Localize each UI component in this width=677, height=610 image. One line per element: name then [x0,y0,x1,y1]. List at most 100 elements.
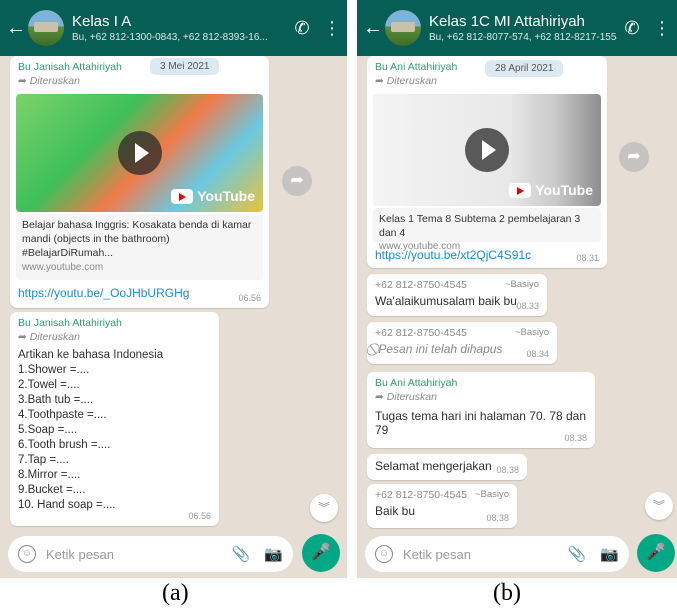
sender-phone: +62 812-8750-4545 [375,327,467,339]
sender-info: +62 812-8750-4545 ~Basiyo [375,327,549,339]
play-icon[interactable] [117,131,162,175]
message-text: Tugas tema hari ini halaman 70. 78 dan 7… [375,409,587,437]
chat-title: Kelas I A [72,13,132,30]
deleted-message-text: Pesan ini telah dihapus [378,342,503,356]
message-time: 08.33 [516,301,539,311]
youtube-logo: YouTube [171,188,255,204]
back-arrow-icon[interactable]: ← [6,18,28,38]
sender-phone: +62 812-8750-4545 [375,489,467,501]
youtube-logo: YouTube [509,182,593,198]
message-bubble[interactable]: +62 812-8750-4545 ~Basiyo ⃠ Pesan ini te… [367,322,557,364]
chat-title-block[interactable]: Kelas I A Bu, +62 812-1300-0843, +62 812… [72,13,287,43]
chat-title: Kelas 1C MI Attahiriyah [429,13,585,30]
caption-b: (b) [493,580,521,606]
scroll-down-icon[interactable]: ︾ [310,494,338,522]
chat-screen-a: ← Kelas I A Bu, +62 812-1300-0843, +62 8… [0,0,347,578]
add-call-icon[interactable]: ✆ [287,18,317,39]
deleted-message: ⃠ Pesan ini telah dihapus [375,342,549,357]
sender-info: +62 812-8750-4545 ~Basiyo [375,489,509,501]
sender-nickname: ~Basiyo [514,327,549,338]
message-line: 2.Towel =.... [18,379,80,391]
message-input-bar[interactable]: ☺ Ketik pesan 📎 📷 [365,536,629,572]
forwarded-label: ➦ Diteruskan [375,391,437,403]
camera-icon[interactable]: 📷 [600,545,619,563]
back-arrow-icon[interactable]: ← [363,18,385,38]
message-link[interactable]: https://youtu.be/_OoJHbURGHg [18,286,189,300]
message-bubble[interactable]: Selamat mengerjakan 08.38 [367,454,527,480]
date-chip: 3 Mei 2021 [150,58,220,75]
message-text: Artikan ke bahasa Indonesia 1.Shower =..… [18,348,211,513]
sender-nickname: ~Basiyo [474,489,509,500]
sender-phone: +62 812-8750-4545 [375,279,467,291]
link-preview-title: Kelas 1 Tema 8 Subtema 2 pembelajaran 3 … [379,213,581,240]
message-time: 08.38 [486,513,509,523]
emoji-icon[interactable]: ☺ [375,545,393,563]
more-menu-icon[interactable]: ⋮ [317,18,347,39]
message-time: 06.56 [238,293,261,303]
link-preview-title: Belajar bahasa Inggris: Kosakata benda d… [22,219,252,260]
chat-screen-b: ← Kelas 1C MI Attahiriyah Bu, +62 812-80… [357,0,677,578]
message-input-bar[interactable]: ☺ Ketik pesan 📎 📷 [8,536,293,572]
attach-icon[interactable]: 📎 [568,545,587,563]
sender-name: Bu Janisah Attahiriyah [18,317,122,329]
share-forward-icon[interactable]: ➦ [282,166,312,196]
share-forward-icon[interactable]: ➦ [619,142,649,172]
message-line: 4.Toothpaste =.... [18,409,107,421]
message-line: 8.Mirror =.... [18,469,81,481]
message-bubble[interactable]: Bu Janisah Attahiriyah ➦ Diteruskan Arti… [10,312,219,526]
forwarded-label: ➦ Diteruskan [18,331,80,343]
emoji-icon[interactable]: ☺ [18,545,36,563]
play-icon[interactable] [465,128,509,172]
sender-info: +62 812-8750-4545 ~Basiyo [375,279,539,291]
message-line: 7.Tap =.... [18,454,69,466]
chat-title-block[interactable]: Kelas 1C MI Attahiriyah Bu, +62 812-8077… [429,13,617,43]
sender-name: Bu Janisah Attahiriyah [18,61,122,73]
message-time: 08.38 [564,433,587,443]
group-avatar[interactable] [385,10,421,46]
youtube-icon [171,188,194,204]
message-bubble[interactable]: Bu Ani Attahiriyah ➦ Diteruskan Tugas te… [367,372,595,448]
youtube-icon [509,182,532,198]
camera-icon[interactable]: 📷 [264,545,283,563]
date-chip: 28 April 2021 [485,60,564,77]
message-link[interactable]: https://youtu.be/xt2QjC4S91c [375,248,531,262]
sender-nickname: ~Basiyo [504,279,539,290]
message-input[interactable]: Ketik pesan [46,547,218,562]
link-preview[interactable]: Belajar bahasa Inggris: Kosakata benda d… [16,214,263,280]
more-menu-icon[interactable]: ⋮ [647,18,677,39]
message-bubble[interactable]: Bu Ani Attahiriyah ➦ Diteruskan YouTube … [367,56,607,268]
message-text: Wa'alaikumusalam baik bu [375,294,517,308]
attach-icon[interactable]: 📎 [232,545,251,563]
message-line: 3.Bath tub =.... [18,394,94,406]
video-thumbnail[interactable]: YouTube [373,94,601,206]
message-line: 5.Soap =.... [18,424,78,436]
chat-header: ← Kelas 1C MI Attahiriyah Bu, +62 812-80… [357,0,677,56]
message-time: 08.34 [526,349,549,359]
message-time: 08.38 [496,465,519,475]
mic-icon[interactable]: 🎤 [637,534,675,572]
caption-a: (a) [162,580,189,606]
mic-icon[interactable]: 🎤 [302,534,340,572]
chat-header: ← Kelas I A Bu, +62 812-1300-0843, +62 8… [0,0,347,56]
group-avatar[interactable] [28,10,64,46]
link-preview-domain: www.youtube.com [22,261,104,273]
message-bubble[interactable]: +62 812-8750-4545 ~Basiyo Wa'alaikumusal… [367,274,547,316]
add-call-icon[interactable]: ✆ [617,18,647,39]
message-line: Artikan ke bahasa Indonesia [18,349,164,361]
message-time: 08.31 [576,253,599,263]
message-bubble[interactable]: Bu Janisah Attahiriyah ➦ Diteruskan YouT… [10,56,269,308]
message-line: 1.Shower =.... [18,364,90,376]
message-line: 9.Bucket =.... [18,484,86,496]
video-thumbnail[interactable]: YouTube [16,94,263,212]
sender-name: Bu Ani Attahiriyah [375,377,458,389]
link-preview[interactable]: Kelas 1 Tema 8 Subtema 2 pembelajaran 3 … [373,208,601,252]
forwarded-label: ➦ Diteruskan [18,75,80,87]
chat-members: Bu, +62 812-8077-574, +62 812-8217-1554.… [429,32,617,43]
message-line: 6.Tooth brush =.... [18,439,111,451]
scroll-down-icon[interactable]: ︾ [645,492,673,520]
message-bubble[interactable]: +62 812-8750-4545 ~Basiyo Baik bu 08.38 [367,484,517,528]
message-line: 10. Hand soap =.... [18,499,116,511]
message-time: 06.56 [188,511,211,521]
chat-members: Bu, +62 812-1300-0843, +62 812-8393-16..… [72,32,268,43]
message-input[interactable]: Ketik pesan [403,547,554,562]
